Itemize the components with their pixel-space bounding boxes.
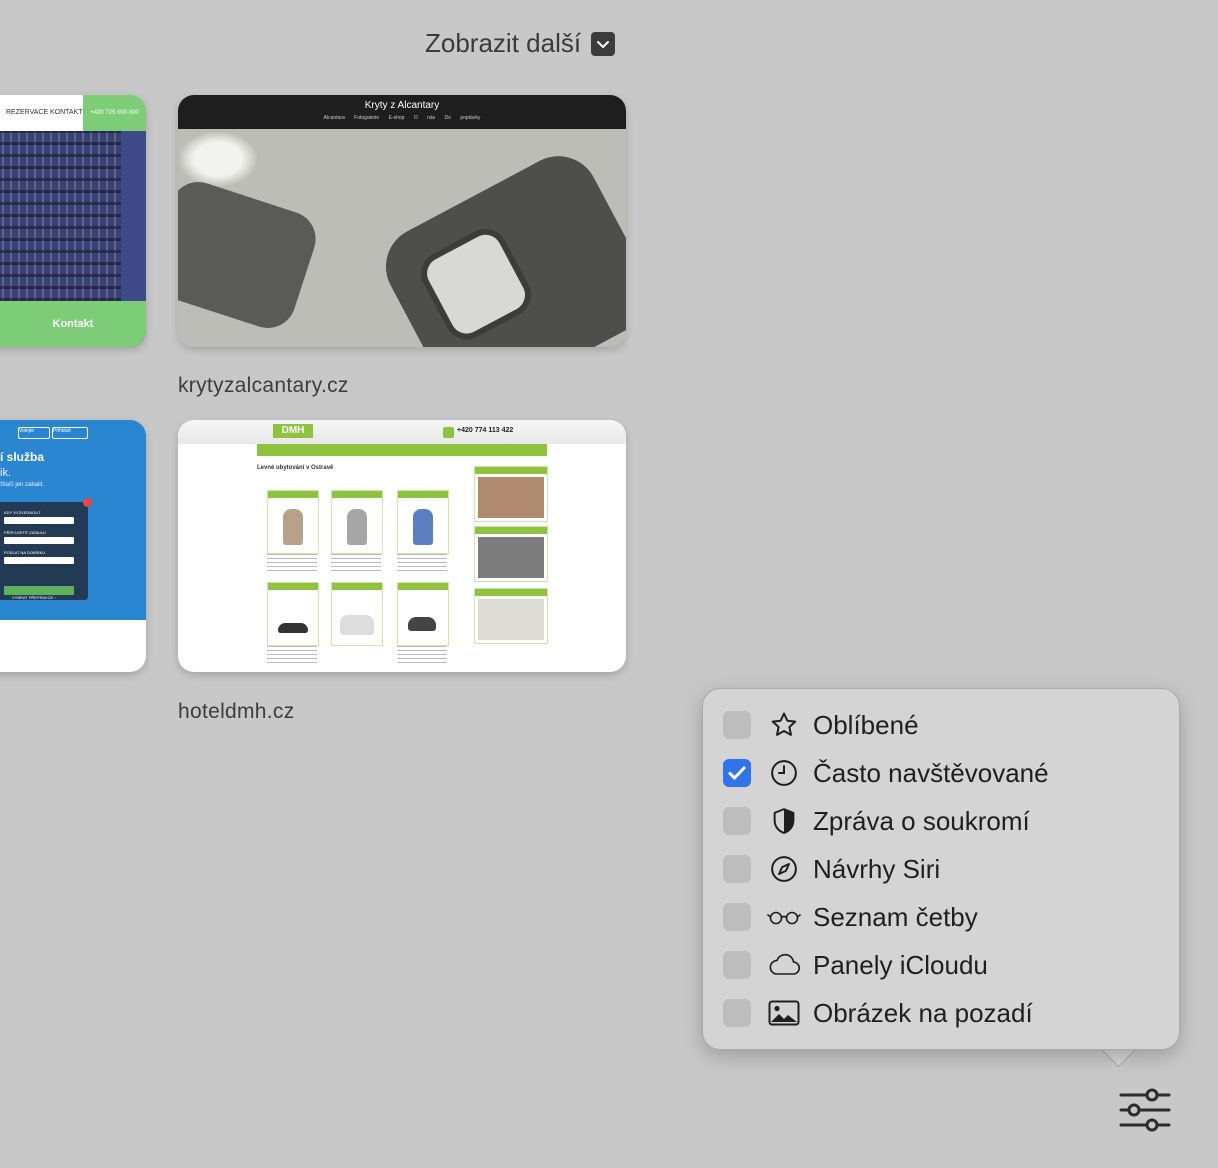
form-field [4, 557, 74, 564]
text-lines [267, 554, 317, 572]
side-box [474, 466, 548, 522]
tile-note: Stačí jen zabalit. [0, 482, 45, 488]
option-label: Často navštěvované [813, 757, 1049, 788]
tile-button-label: Volejte [19, 428, 35, 434]
form-label: KDY VYZVEDNOUT [4, 510, 41, 515]
checkbox[interactable] [723, 903, 751, 931]
glasses-icon [767, 900, 801, 934]
checkbox[interactable] [723, 855, 751, 883]
tile-menu-item: O nás [413, 115, 436, 121]
tile-menu-item: Fotogalerie [354, 115, 380, 121]
room-card [331, 582, 383, 646]
site-tile-hoteldmh[interactable]: DMH +420 774 113 422 Levné ubytování v O… [178, 420, 626, 672]
tile-menu [257, 444, 547, 456]
site-label-hoteldmh[interactable]: hoteldmh.cz [178, 700, 295, 724]
tile-header-menu: Alcantara Fotogalerie E-shop O nás Do po… [178, 115, 626, 121]
checkbox[interactable] [723, 807, 751, 835]
side-box [474, 526, 548, 582]
form-field [4, 517, 74, 524]
site-label-krytyzalcantary[interactable]: krytyzalcantary.cz [178, 374, 349, 398]
checkbox[interactable] [723, 711, 751, 739]
form-field [4, 537, 74, 544]
option-privacy-report[interactable]: Zpráva o soukromí [723, 801, 1030, 841]
phone-icon [443, 427, 454, 438]
tile-header: DMH +420 774 113 422 [178, 420, 626, 444]
checkbox[interactable] [723, 951, 751, 979]
option-label: Seznam četby [813, 901, 978, 932]
tile-header-title: Kryty z Alcantary [364, 100, 440, 111]
tile-button: Přihlásit [52, 427, 88, 439]
form-button-label: VYBRAT PŘEPRAVCE › [12, 595, 56, 600]
site-tile-service-left[interactable]: Volejte Přihlásit í služba ik. Stačí jen… [0, 420, 146, 672]
room-card [397, 582, 449, 646]
tile-nav-item: KONTAKT [50, 109, 83, 116]
compass-icon [767, 852, 801, 886]
tile-nav-item: REZERVACE [6, 109, 49, 116]
sky-image [121, 131, 146, 301]
text-lines [397, 554, 447, 572]
option-background-image[interactable]: Obrázek na pozadí [723, 993, 1033, 1033]
photo-icon [767, 996, 801, 1030]
close-icon [83, 498, 92, 507]
site-tile-hotel-left[interactable]: REZERVACE KONTAKT +420 725 000 000 Konta… [0, 95, 146, 347]
text-lines [267, 646, 317, 664]
text-lines [331, 554, 381, 572]
customize-start-page-button[interactable] [1118, 1086, 1174, 1136]
chevron-down-icon [591, 31, 616, 56]
checkbox[interactable] [723, 999, 751, 1027]
form-label: POSLAT NA DOBÍRKU [4, 550, 46, 555]
tile-subtitle: ik. [0, 467, 11, 479]
tile-heading: Levné ubytování v Ostravě [257, 465, 334, 471]
side-box [474, 588, 548, 644]
option-label: Panely iCloudu [813, 949, 988, 980]
option-label: Obrázek na pozadí [813, 997, 1033, 1028]
room-card [397, 490, 449, 554]
tile-footer [0, 620, 146, 672]
star-icon [767, 708, 801, 742]
tile-form: KDY VYZVEDNOUT PŘIPOJISTIT ZÁSILKU POSLA… [0, 502, 88, 600]
clock-icon [767, 756, 801, 790]
sliders-icon [1119, 1088, 1171, 1132]
tile-menu-item: E-shop [388, 115, 405, 121]
tile-menu-item: Do poptávky [444, 115, 481, 121]
form-button: VYBRAT PŘEPRAVCE › [4, 586, 74, 600]
show-more-button[interactable]: Zobrazit další [425, 28, 616, 59]
option-frequently-visited[interactable]: Často navštěvované [723, 753, 1049, 793]
start-page-options-popover: Oblíbené Často navštěvované Zpráva o sou… [702, 688, 1180, 1050]
checkmark-icon [728, 766, 746, 780]
tile-button: Volejte [18, 427, 50, 439]
room-card [331, 490, 383, 554]
room-card [267, 582, 319, 646]
tile-button-label: Přihlásit [53, 428, 71, 434]
option-reading-list[interactable]: Seznam četby [723, 897, 978, 937]
shield-icon [767, 804, 801, 838]
option-label: Oblíbené [813, 709, 919, 740]
tile-header: Kryty z Alcantary Alcantara Fotogalerie … [178, 95, 626, 129]
tile-nav: REZERVACE KONTAKT +420 725 000 000 [0, 95, 146, 131]
tile-menu-item: Alcantara [323, 115, 345, 121]
checkbox-checked[interactable] [723, 759, 751, 787]
option-siri-suggestions[interactable]: Návrhy Siri [723, 849, 940, 889]
option-label: Návrhy Siri [813, 853, 941, 884]
dmh-logo: DMH [273, 424, 313, 438]
show-more-label: Zobrazit další [425, 28, 582, 58]
cloud-icon [767, 948, 801, 982]
form-label: PŘIPOJISTIT ZÁSILKU [4, 530, 46, 535]
tile-phone: +420 725 000 000 [83, 95, 146, 131]
text-lines [397, 646, 447, 664]
tile-cta: Kontakt [0, 301, 146, 347]
option-favorites[interactable]: Oblíbené [723, 705, 919, 745]
tile-phone: +420 774 113 422 [457, 427, 514, 434]
option-label: Zpráva o soukromí [813, 805, 1030, 836]
tile-title: í služba [0, 450, 45, 464]
room-card [267, 490, 319, 554]
option-icloud-tabs[interactable]: Panely iCloudu [723, 945, 988, 985]
site-tile-krytyzalcantary[interactable]: Kryty z Alcantary Alcantara Fotogalerie … [178, 95, 626, 347]
